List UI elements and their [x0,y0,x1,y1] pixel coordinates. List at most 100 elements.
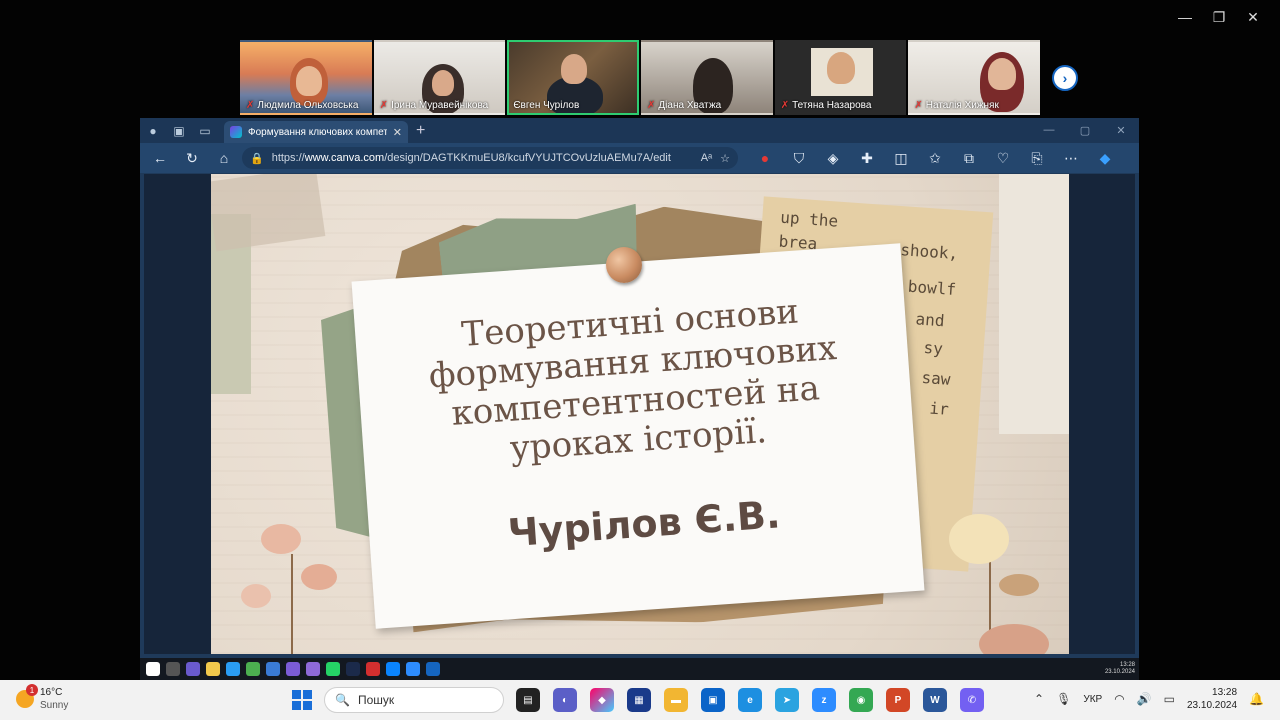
participant-tile[interactable]: ✗ Наталія Хижняк [908,40,1041,115]
minimize-icon[interactable]: — [1031,124,1067,137]
browser-essentials-icon[interactable]: ♡ [988,146,1018,170]
refresh-icon[interactable]: ↻ [178,146,206,170]
whatsapp-icon [326,662,340,676]
taskbar-search[interactable]: 🔍 Пошук [324,687,504,713]
volume-icon[interactable]: 🔊 [1137,692,1152,706]
newspaper-word: ir [928,398,950,419]
viber-icon[interactable]: ✆ [960,688,984,712]
extension-owl-icon[interactable]: ◈ [818,146,848,170]
favorite-star-icon[interactable]: ☆ [720,152,730,165]
taskbar-apps: ▤ ◐ ◆ ▦ ▬ ▣ e ➤ z ◉ P W ✆ [516,688,984,712]
mic-muted-icon: ✗ [246,100,255,111]
folder-icon [206,662,220,676]
chrome-icon[interactable]: ◉ [849,688,873,712]
copilot-icon [186,662,200,676]
weather-temp: 16°C [40,687,63,698]
word-icon[interactable]: W [923,688,947,712]
copilot-icon[interactable]: ◆ [590,688,614,712]
notification-bell-icon[interactable]: 🔔 [1249,692,1264,706]
decor-paper [999,174,1069,434]
microphone-icon[interactable]: 🎙 [1056,692,1071,706]
push-pin-icon [606,247,642,283]
photoshop-icon [346,662,360,676]
browser-window: ● ▣ ▭ Формування ключових компете ✕ + — … [140,118,1139,658]
taskbar-clock[interactable]: 13:28 23.10.2024 [1187,686,1237,712]
mic-muted-icon: ✗ [379,100,389,111]
newspaper-word: and [915,309,946,331]
viber-icon [306,662,320,676]
back-icon[interactable]: ← [146,146,174,170]
extensions-puzzle-icon[interactable]: ✚ [852,146,882,170]
start-icon [146,662,160,676]
title-note-card: Теоретичні основи формування ключових ко… [351,243,925,629]
slide-title: Теоретичні основи формування ключових ко… [427,291,839,469]
address-bar[interactable]: 🔒 https://www.canva.com/design/DAGTKKmuE… [242,147,738,169]
participant-tile[interactable]: ✗ Ірина Муравейнікова [373,40,506,115]
minimize-icon[interactable]: — [1168,4,1202,30]
presentation-slide: up the brea shook, bowlf and sy saw ir h… [211,174,1069,654]
widgets-icon[interactable]: ▦ [627,688,651,712]
restore-icon[interactable]: ❐ [1202,4,1236,30]
language-indicator[interactable]: УКР [1083,694,1102,705]
chat-icon[interactable]: ◐ [553,688,577,712]
extension-red-icon[interactable]: ● [750,146,780,170]
file-explorer-icon[interactable]: ▬ [664,688,688,712]
system-tray: ⌃ 🎙 УКР ◠ 🔊 ▭ 13:28 23.10.2024 🔔 [1034,686,1264,712]
participant-tile[interactable]: ✗ Людмила Ольховська [240,40,372,115]
powerpoint-icon[interactable]: P [886,688,910,712]
decor-blossom [241,584,271,608]
edge-icon [226,662,240,676]
participant-tile[interactable]: ✗ Тетяна Назарова [774,40,907,115]
tab-close-icon[interactable]: ✕ [393,126,402,139]
newspaper-word: saw [920,367,952,389]
more-menu-icon[interactable]: ⋯ [1056,146,1086,170]
task-view-icon[interactable]: ▤ [516,688,540,712]
opera-icon [366,662,380,676]
decor-blossom [261,524,301,554]
zoom-icon[interactable]: z [812,688,836,712]
page-content: up the brea shook, bowlf and sy saw ir h… [144,174,1135,654]
favorites-icon[interactable]: ✩ [920,146,950,170]
decor-blossom [301,564,337,590]
search-icon: 🔍 [335,693,350,707]
new-tab-icon[interactable]: + [416,122,425,140]
close-icon[interactable]: ✕ [1103,124,1139,137]
mic-muted-icon: ✗ [647,100,656,111]
workspaces-icon[interactable]: ▣ [166,118,192,143]
remote-clock: 13:28 23.10.2024 [1104,662,1135,675]
viber-icon [286,662,300,676]
chevron-up-icon[interactable]: ⌃ [1034,692,1044,706]
maximize-icon[interactable]: ▢ [1067,124,1103,137]
store-icon[interactable]: ▣ [701,688,725,712]
remote-taskbar: 13:28 23.10.2024 [140,658,1139,680]
newspaper-word: bowlf [907,276,957,300]
telegram-icon[interactable]: ➤ [775,688,799,712]
participant-name: ✗ Ірина Муравейнікова [379,100,489,111]
tab-actions-icon[interactable]: ▭ [192,118,218,143]
chrome-icon [246,662,260,676]
battery-icon[interactable]: ▭ [1164,692,1175,706]
participant-tile[interactable]: ✗ Діана Хватжа [641,40,773,115]
profile-avatar-icon[interactable]: ● [140,118,166,143]
screenshot-icon[interactable]: ⎘ [1022,146,1052,170]
url-text: https://www.canva.com/design/DAGTKKmuEU8… [271,152,671,164]
participant-tile-active[interactable]: Євген Чурілов [507,40,640,115]
read-aloud-icon[interactable]: A͏ᵃ [701,152,712,164]
close-icon[interactable]: ✕ [1236,4,1270,30]
split-screen-icon[interactable]: ◫ [886,146,916,170]
browser-tab[interactable]: Формування ключових компете ✕ [224,121,408,143]
participant-name: ✗ Людмила Ольховська [246,100,359,111]
windows-start-icon[interactable] [292,690,312,710]
flower-decor-icon [939,514,1059,654]
weather-widget[interactable]: 1 16°C Sunny [16,684,68,712]
home-icon[interactable]: ⌂ [210,146,238,170]
newspaper-word: sy [923,337,944,359]
mic-muted-icon: ✗ [914,100,923,111]
shield-icon[interactable]: ⛉ [784,146,814,170]
copilot-icon[interactable]: ◆ [1090,146,1120,170]
tab-bar: ● ▣ ▭ Формування ключових компете ✕ + — … [140,118,1139,143]
edge-icon[interactable]: e [738,688,762,712]
next-participants-button[interactable]: › [1052,65,1078,91]
collections-icon[interactable]: ⧉ [954,146,984,170]
wifi-icon[interactable]: ◠ [1114,692,1124,706]
